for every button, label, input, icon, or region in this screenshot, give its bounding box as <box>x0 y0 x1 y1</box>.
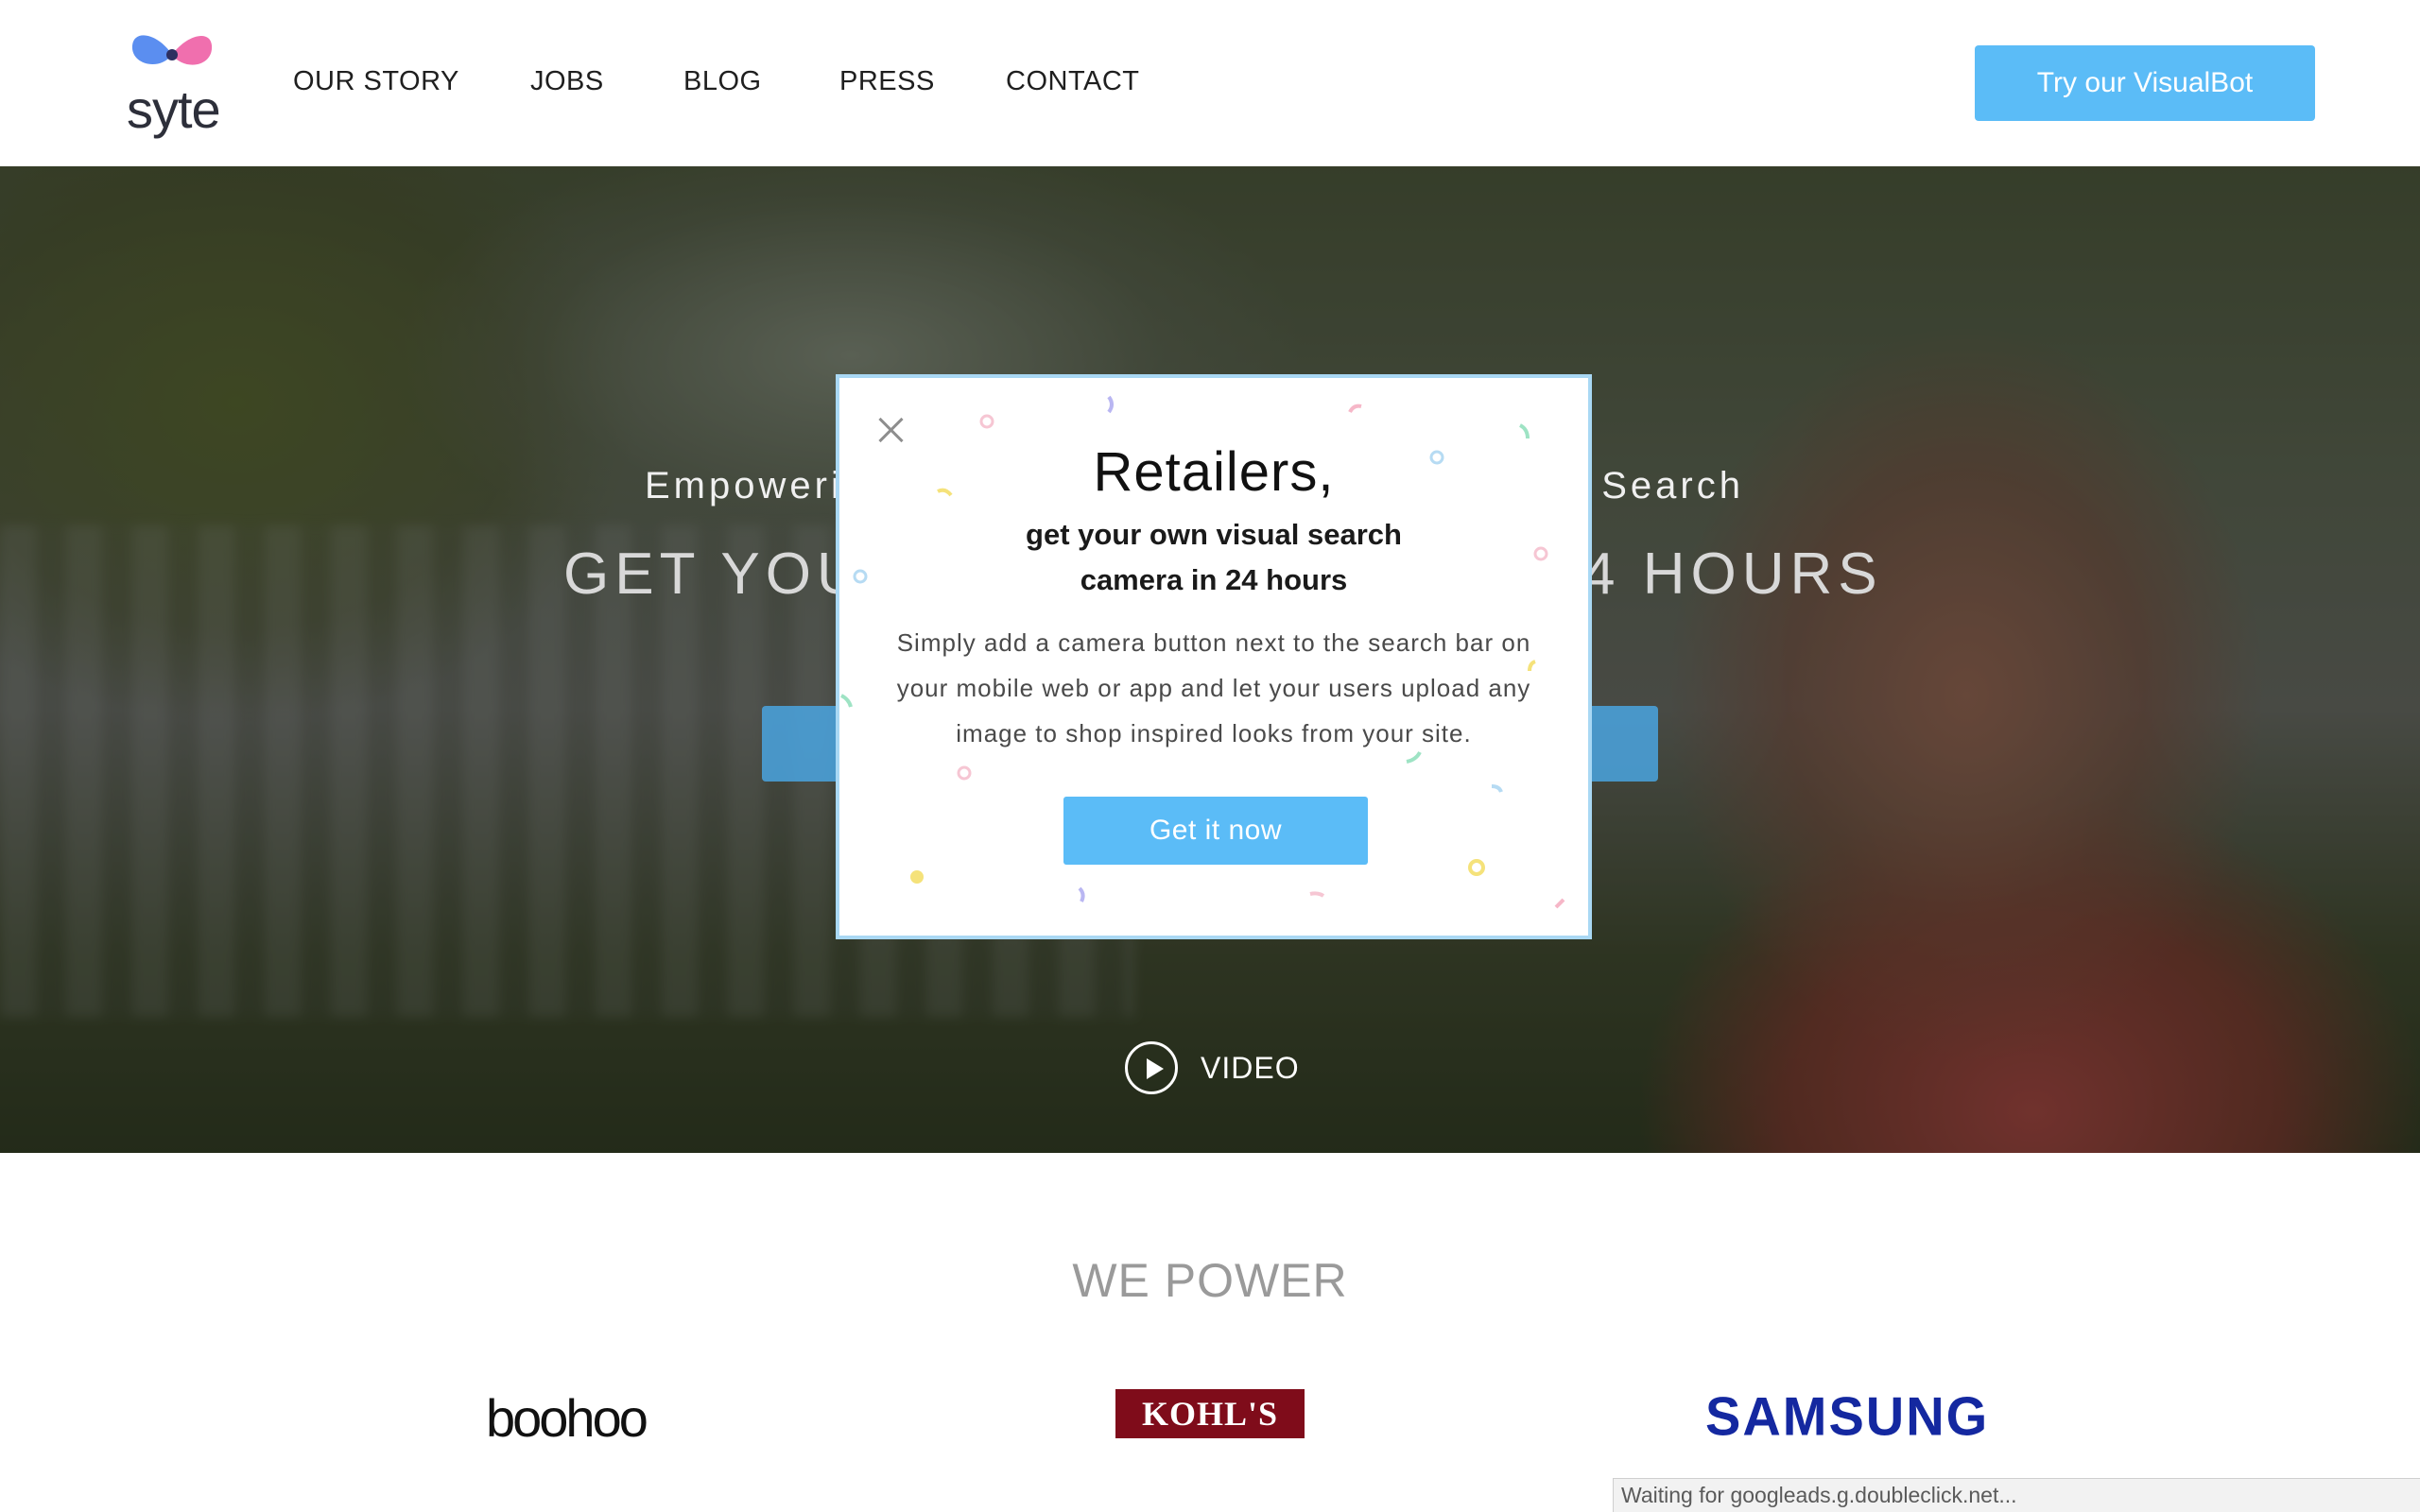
syte-logo[interactable]: syte <box>127 28 221 139</box>
nav-blog[interactable]: BLOG <box>683 62 762 100</box>
play-icon <box>1125 1041 1178 1094</box>
get-it-now-button[interactable]: Get it now <box>1063 797 1368 865</box>
modal-description: Simply add a camera button next to the s… <box>896 628 1531 747</box>
hero-headline-left: GET YOU <box>563 541 865 607</box>
browser-status-bar: Waiting for googleads.g.doubleclick.net.… <box>1613 1478 2420 1512</box>
bowtie-logo-icon <box>131 35 213 65</box>
we-power-heading: WE POWER <box>1072 1254 1348 1307</box>
nav-press[interactable]: PRESS <box>839 62 935 100</box>
retailers-modal: Retailers, get your own visual search ca… <box>836 374 1592 939</box>
site-header: syte OUR STORY JOBS BLOG PRESS CONTACT T… <box>0 0 2420 166</box>
try-visualbot-button[interactable]: Try our VisualBot <box>1975 45 2315 121</box>
samsung-logo: SAMSUNG <box>1705 1385 1990 1447</box>
nav-jobs[interactable]: JOBS <box>530 62 604 100</box>
hero-tagline-left: Empoweri <box>645 465 843 507</box>
hero-headline-right: 4 HOURS <box>1582 541 1883 607</box>
logo-wordmark: syte <box>127 79 221 139</box>
kohls-logo: KOHL'S <box>1115 1389 1305 1438</box>
modal-subtitle: get your own visual search camera in 24 … <box>1026 518 1402 596</box>
nav-our-story[interactable]: OUR STORY <box>293 62 459 100</box>
boohoo-logo: boohoo <box>486 1388 648 1448</box>
video-label: VIDEO <box>1201 1050 1300 1085</box>
video-link[interactable]: VIDEO <box>1125 1041 1300 1094</box>
modal-title: Retailers, <box>1093 441 1335 503</box>
nav-contact[interactable]: CONTACT <box>1006 62 1140 100</box>
